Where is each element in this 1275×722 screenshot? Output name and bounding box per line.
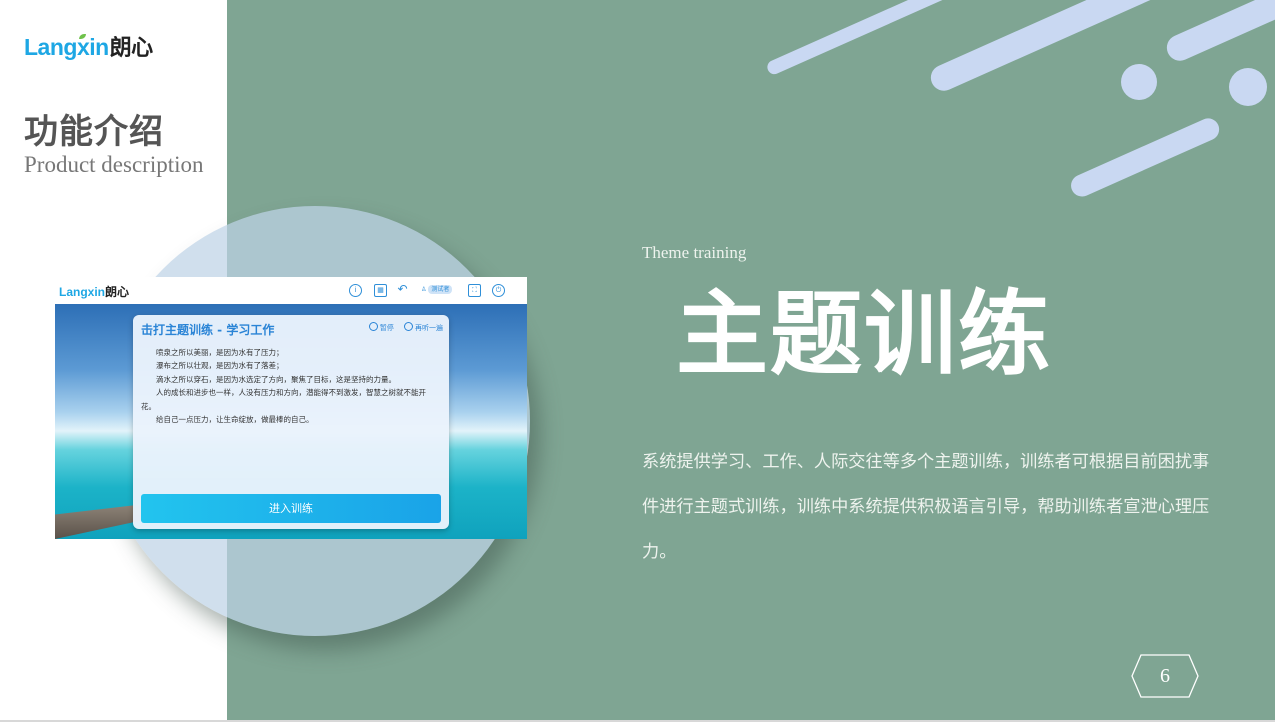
card-paragraph: 给自己一点压力，让生命绽放，做最棒的自己。 <box>156 415 314 425</box>
card-paragraph: 人的成长和进步也一样，人没有压力和方向，潜能得不到激发，智慧之树就不能开花。 <box>141 388 426 411</box>
info-icon[interactable]: i <box>349 284 362 297</box>
user-name-badge: 测试者 <box>428 285 453 294</box>
pause-button[interactable]: 暂停 <box>368 322 394 332</box>
section-eyebrow: Theme training <box>642 243 747 262</box>
app-toolbar: Langxin朗心 i ▦ ↶ ♙ 测试者 ⛶ ⏻ <box>55 277 527 304</box>
decor-dot <box>1229 68 1267 106</box>
card-text: 喷泉之所以美丽，是因为水有了压力； 瀑布之所以壮观，是因为水有了落差； 滴水之所… <box>141 346 431 426</box>
page-title-cn: 功能介绍 <box>24 112 164 152</box>
card-paragraph: 喷泉之所以美丽，是因为水有了压力； <box>156 348 284 357</box>
card-paragraph: 瀑布之所以壮观，是因为水有了落差； <box>156 361 284 371</box>
enter-training-button[interactable]: 进入训练 <box>141 494 441 523</box>
pause-icon <box>368 322 378 331</box>
fullscreen-icon[interactable]: ⛶ <box>468 284 481 297</box>
wooden-dock <box>55 504 145 539</box>
replay-icon <box>404 322 413 331</box>
card-actions: 暂停 再听一遍 <box>361 322 443 333</box>
page-title-en: Product description <box>24 152 204 177</box>
user-profile[interactable]: ♙ 测试者 <box>421 283 459 297</box>
calendar-icon[interactable]: ▦ <box>374 284 387 297</box>
card-paragraph: 滴水之所以穿石，是因为水选定了方向，聚焦了目标，这是坚持的力量。 <box>156 374 396 384</box>
training-card: 击打主题训练 - 学习工作 暂停 再听一遍 喷泉之所以美丽，是因为水有了压力； … <box>133 315 449 529</box>
brand-logo: Langxin朗心 <box>24 34 153 60</box>
section-title: 主题训练 <box>676 280 1053 388</box>
page-number-badge: 6 <box>1131 654 1199 698</box>
section-description: 系统提供学习、工作、人际交往等多个主题训练，训练者可根据目前困扰事件进行主题式训… <box>642 452 1210 562</box>
app-brand-logo: Langxin朗心 <box>59 285 130 299</box>
page-number: 6 <box>1160 665 1170 687</box>
card-title: 击打主题训练 - 学习工作 <box>141 323 275 337</box>
undo-icon[interactable]: ↶ <box>397 283 408 295</box>
replay-button[interactable]: 再听一遍 <box>404 322 443 332</box>
user-icon: ♙ <box>421 286 427 293</box>
app-screenshot: Langxin朗心 i ▦ ↶ ♙ 测试者 ⛶ ⏻ 击打主题训练 - 学习工作 暂… <box>55 277 527 539</box>
decor-dot <box>1121 64 1157 100</box>
power-icon[interactable]: ⏻ <box>492 284 505 297</box>
